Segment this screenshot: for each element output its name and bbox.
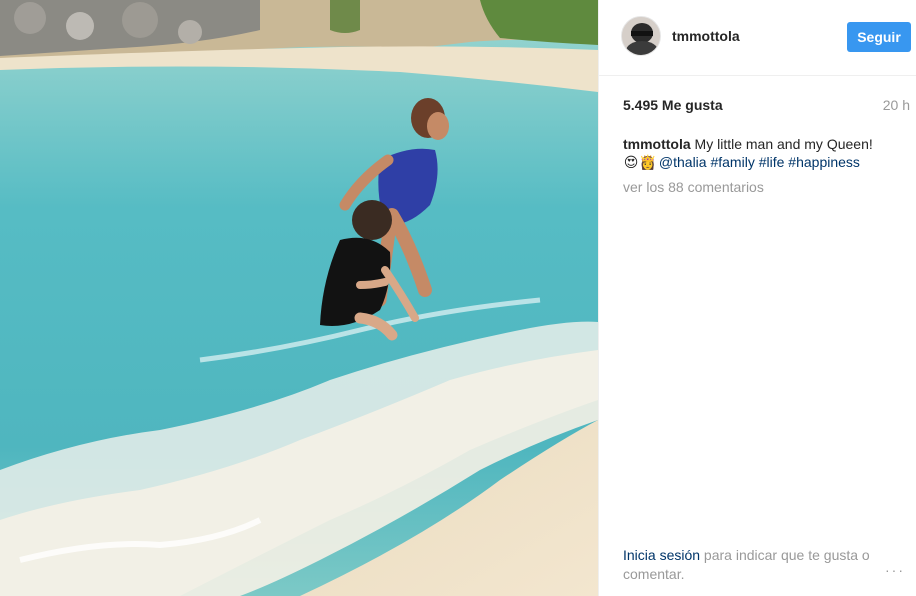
avatar[interactable] bbox=[621, 16, 661, 56]
post-photo[interactable] bbox=[0, 0, 598, 596]
hashtag-link[interactable]: #life bbox=[759, 154, 785, 170]
post-side-panel: tmmottola Seguir 5.495 Me gusta 20 h tmm… bbox=[598, 0, 916, 596]
post-username[interactable]: tmmottola bbox=[672, 28, 740, 44]
hashtag-link[interactable]: #family bbox=[710, 154, 754, 170]
login-prompt: Inicia sesión para indicar que te gusta … bbox=[623, 546, 883, 584]
princess-emoji-icon: 👸 bbox=[639, 154, 657, 170]
likes-count[interactable]: 5.495 Me gusta bbox=[623, 97, 723, 113]
caption-text: My little man and my Queen! bbox=[690, 136, 873, 152]
caption-username[interactable]: tmmottola bbox=[623, 136, 691, 152]
post-header: tmmottola Seguir bbox=[599, 0, 916, 76]
hashtag-link[interactable]: #happiness bbox=[788, 154, 860, 170]
post-caption: tmmottola My little man and my Queen! 😍👸… bbox=[623, 135, 911, 171]
post-time[interactable]: 20 h bbox=[883, 97, 910, 113]
heart-eyes-emoji-icon: 😍 bbox=[623, 154, 639, 170]
mention-link[interactable]: @thalia bbox=[659, 154, 707, 170]
follow-button[interactable]: Seguir bbox=[847, 22, 911, 52]
view-comments-link[interactable]: ver los 88 comentarios bbox=[623, 179, 764, 195]
login-link[interactable]: Inicia sesión bbox=[623, 547, 700, 563]
beach-photo bbox=[0, 0, 598, 596]
more-options-icon[interactable]: ··· bbox=[885, 562, 905, 578]
avatar-image-icon bbox=[622, 17, 660, 55]
